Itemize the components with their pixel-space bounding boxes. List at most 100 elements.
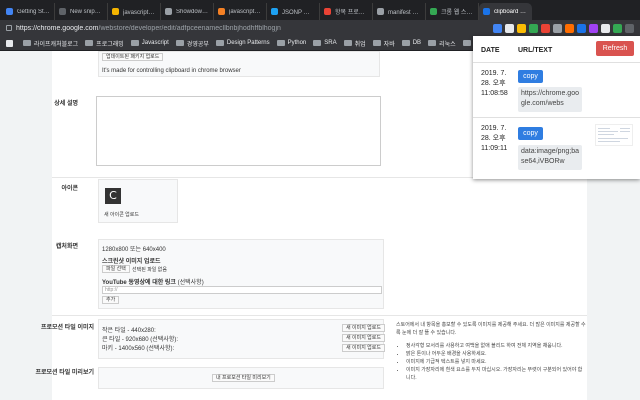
- bookmark-folder[interactable]: 자바: [372, 39, 395, 48]
- folder-icon: [23, 40, 31, 46]
- tab-title: JSONP 알고 쓰자: [282, 10, 315, 16]
- bookmark-folder[interactable]: Design Patterns: [215, 40, 270, 46]
- extension-icon[interactable]: [505, 23, 514, 33]
- upload-large-tile-button[interactable]: 새 이미지 업로드: [342, 334, 385, 342]
- folder-icon: [428, 40, 437, 46]
- bookmark-folder[interactable]: SRA: [313, 40, 337, 46]
- history-row: 2019. 7. 28. 오후 11:09:11 copy data:image…: [473, 117, 640, 179]
- browser-tab[interactable]: 항목 프로그램: [320, 3, 373, 20]
- help-bullet: 이미지에 기급적 텍스트를 넣지 마세요.: [406, 358, 586, 366]
- promo-marquee-text: 마키 - 1400x560 (선택사항):: [102, 346, 175, 352]
- favicon-icon: [324, 8, 331, 15]
- tab-title: javascript | 상: [123, 10, 156, 16]
- folder-icon: [175, 40, 184, 46]
- copy-button[interactable]: copy: [518, 127, 543, 140]
- tab-title: Showdown Live: [176, 8, 209, 15]
- apps-shortcut[interactable]: [6, 39, 16, 47]
- extension-icon[interactable]: [517, 23, 526, 33]
- promo-tile-label: 프로모션 타일 이미지: [40, 325, 94, 331]
- copy-button[interactable]: copy: [518, 70, 543, 83]
- bookmark-folder[interactable]: 경영공부: [175, 39, 209, 48]
- folder-icon: [401, 40, 410, 46]
- detail-description-label: 상세 설명: [54, 101, 78, 107]
- upload-small-tile-button[interactable]: 새 이미지 업로드: [342, 324, 385, 332]
- browser-tab[interactable]: clipboard exte: [479, 3, 532, 20]
- folder-icon: [462, 40, 471, 46]
- upload-updated-package-button[interactable]: 업데이트된 패키지 업로드: [102, 53, 164, 61]
- folder-icon: [130, 40, 139, 46]
- favicon-icon: [59, 8, 66, 15]
- tab-title: 항목 프로그램: [335, 10, 368, 16]
- bookmark-label: 자바: [383, 41, 395, 48]
- bookmark-folder[interactable]: Python: [276, 40, 306, 46]
- bookmark-folder[interactable]: 라이프캐처블로그: [23, 39, 78, 48]
- browser-tab[interactable]: javascript - Allo: [214, 3, 267, 20]
- extension-icon[interactable]: [493, 23, 502, 33]
- url-text-column-header: URL/TEXT: [518, 47, 553, 54]
- favicon-icon: [377, 8, 384, 15]
- help-bullet: 밝은 톤이나 어두운 배경을 사용하세요.: [406, 350, 586, 358]
- folder-icon: [215, 40, 224, 46]
- bookmark-label: 프로그래밍: [96, 41, 124, 48]
- extension-icon[interactable]: [553, 23, 562, 33]
- promo-preview-label: 프로모션 타일 미리보기: [35, 370, 94, 376]
- favicon-icon: [218, 8, 225, 15]
- address-bar[interactable]: https://chrome.google.com/webstore/devel…: [6, 22, 487, 34]
- bookmark-folder[interactable]: 리눅스: [428, 39, 456, 48]
- browser-tab[interactable]: New snippet 4: [55, 3, 108, 20]
- bookmark-folder[interactable]: 프로그래밍: [85, 39, 124, 48]
- tab-title: javascript - Allo: [229, 8, 262, 15]
- browser-tab[interactable]: Showdown Live: [161, 3, 214, 20]
- extension-icon[interactable]: [589, 23, 598, 33]
- file-select-button[interactable]: 파일 선택: [102, 265, 130, 273]
- detail-description-textarea[interactable]: [96, 96, 381, 166]
- apps-icon: [6, 39, 13, 47]
- extension-icon[interactable]: [601, 23, 610, 33]
- promo-small-text: 작은 타일 - 440x280:: [102, 328, 156, 334]
- folder-icon: [85, 40, 94, 46]
- extension-icon[interactable]: [541, 23, 550, 33]
- icon-label: 아이콘: [61, 186, 78, 192]
- tab-title: Getting Started: [17, 8, 50, 15]
- folder-icon: [372, 40, 381, 46]
- summary-text: It's made for controlling clipboard in c…: [102, 68, 241, 74]
- promo-help-text: 스토어에서 내 항목을 홍보할 수 있도록 이미지를 제공해 주세요. 더 많은…: [396, 321, 586, 382]
- browser-toolbar: https://chrome.google.com/webstore/devel…: [0, 20, 640, 36]
- bookmark-label: 취업: [354, 41, 366, 48]
- browser-tab[interactable]: 크롬 웹 스토어 만: [426, 3, 479, 20]
- divider: [52, 315, 587, 316]
- youtube-url-input[interactable]: http://: [102, 286, 382, 294]
- browser-tab[interactable]: Getting Started: [2, 3, 55, 20]
- clipboard-extension-popup: DATE URL/TEXT Refresh 2019. 7. 28. 오후 11…: [473, 36, 640, 179]
- entry-text: https://chrome.google.com/webs: [518, 87, 582, 112]
- extension-icon[interactable]: [577, 23, 586, 33]
- bookmark-folder[interactable]: Javascript: [130, 40, 169, 46]
- extension-icon[interactable]: [625, 23, 634, 33]
- youtube-add-button[interactable]: 추가: [102, 296, 120, 304]
- address-url[interactable]: https://chrome.google.com/webstore/devel…: [16, 25, 281, 32]
- help-bullet: 이미지 가장자리에 흰색 요소를 두지 마십시오. 가장자리는 뚜렷이 구분되어…: [406, 366, 586, 382]
- bookmark-folder[interactable]: DB: [401, 40, 422, 46]
- bookmark-folder[interactable]: 취업: [343, 39, 366, 48]
- extension-icon[interactable]: [565, 23, 574, 33]
- screenshot-upload-title: 스크린샷 이미지 업로드: [102, 259, 161, 265]
- browser-tab[interactable]: JSONP 알고 쓰자: [267, 3, 320, 20]
- bookmark-label: Design Patterns: [226, 40, 270, 46]
- youtube-link-title: YouTube 동영상에 대한 링크 (선택사항): [102, 280, 204, 286]
- preview-promo-tile-button[interactable]: 내 프로모션 타일 미리보기: [212, 374, 275, 382]
- tab-title: New snippet 4: [70, 8, 103, 15]
- extension-icon[interactable]: [529, 23, 538, 33]
- tab-title: manifest 형변: [388, 10, 421, 16]
- browser-tab[interactable]: javascript | 상: [108, 3, 161, 20]
- upload-new-icon-link[interactable]: 새 아이콘 업로드: [104, 211, 139, 218]
- screenshot-label: 캡처화면: [55, 244, 78, 250]
- app-icon: C: [105, 188, 121, 204]
- screenshot-size-text: 1280x800 또는 640x400: [102, 247, 166, 253]
- bookmark-label: 라이프캐처블로그: [34, 41, 79, 48]
- bookmark-label: DB: [412, 40, 422, 46]
- extension-icon[interactable]: [613, 23, 622, 33]
- refresh-button[interactable]: Refresh: [596, 41, 634, 56]
- favicon-icon: [430, 8, 437, 15]
- browser-tab[interactable]: manifest 형변: [373, 3, 426, 20]
- upload-marquee-button[interactable]: 새 이미지 업로드: [342, 344, 385, 352]
